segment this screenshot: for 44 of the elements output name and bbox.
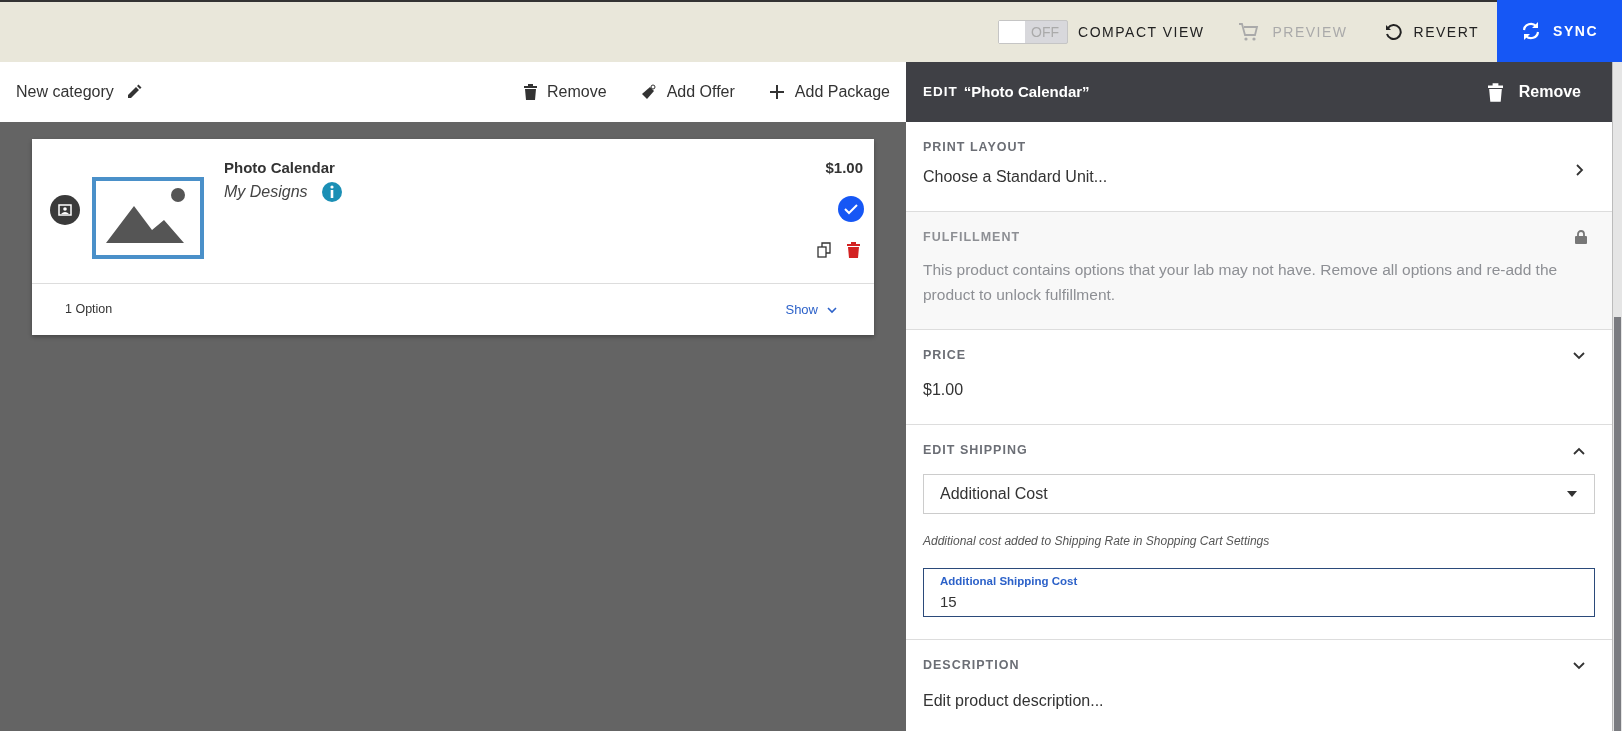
- frame-icon: [50, 195, 80, 225]
- trash-icon[interactable]: [847, 241, 860, 258]
- add-package-button[interactable]: Add Package: [768, 80, 890, 104]
- cart-icon: [1238, 22, 1261, 42]
- trash-icon: [524, 84, 538, 100]
- option-count: 1 Option: [65, 301, 113, 319]
- remove-button[interactable]: Remove: [1487, 80, 1581, 104]
- add-offer-button[interactable]: Add Offer: [640, 80, 735, 104]
- lock-icon: [1575, 230, 1587, 245]
- revert-button[interactable]: REVERT: [1365, 2, 1498, 62]
- editor-title: “Photo Calendar”: [963, 81, 1090, 102]
- section-heading: FULFILLMENT: [923, 228, 1021, 246]
- scrollbar[interactable]: [1612, 62, 1622, 731]
- sync-icon: [1521, 21, 1542, 41]
- compact-view-label: COMPACT VIEW: [1078, 22, 1205, 42]
- image-placeholder-icon: [92, 177, 204, 259]
- check-circle-icon[interactable]: [838, 195, 864, 222]
- shipping-cost-field[interactable]: Additional Shipping Cost 15: [923, 568, 1595, 617]
- section-heading: PRINT LAYOUT: [923, 139, 1027, 156]
- show-button[interactable]: Show: [785, 299, 838, 320]
- sync-button[interactable]: SYNC: [1497, 0, 1622, 62]
- info-icon[interactable]: [321, 181, 342, 202]
- product-title: Photo Calendar: [224, 158, 336, 178]
- section-value[interactable]: Choose a Standard Unit...: [923, 164, 1108, 189]
- locked-notice: This product contains options that your lab may not have. Remove all options and re-add the product to unlock fulfillment.: [923, 259, 1559, 305]
- copy-icon[interactable]: [817, 241, 831, 258]
- section-heading: PRICE: [923, 346, 967, 364]
- trash-icon: [1487, 82, 1503, 102]
- editor-title-prefix: EDIT: [923, 82, 958, 101]
- product-price: $1.00: [825, 158, 863, 178]
- undo-icon: [1383, 23, 1402, 41]
- section-value[interactable]: $1.00: [923, 378, 1595, 403]
- product-subtitle: My Designs: [224, 181, 308, 202]
- section-value[interactable]: Edit product description...: [923, 688, 1595, 713]
- plus-icon: [768, 84, 785, 100]
- pencil-icon[interactable]: [125, 84, 142, 100]
- shipping-hint: Additional cost added to Shipping Rate in Shopping Cart Settings: [923, 533, 1271, 550]
- caret-icon: [1566, 490, 1578, 498]
- category-name: New category: [16, 82, 114, 102]
- remove-button[interactable]: Remove: [524, 80, 607, 104]
- tag-icon: [640, 84, 657, 100]
- shipping-type-select[interactable]: Additional Cost: [923, 474, 1595, 514]
- section-heading: EDIT SHIPPING: [923, 442, 1028, 460]
- section-heading: DESCRIPTION: [923, 657, 1020, 674]
